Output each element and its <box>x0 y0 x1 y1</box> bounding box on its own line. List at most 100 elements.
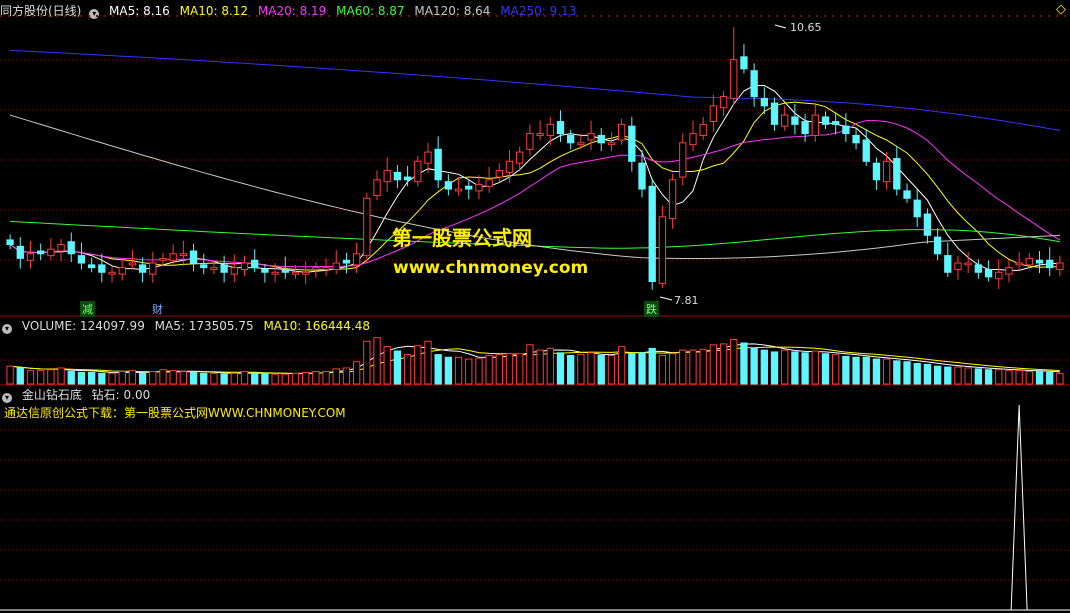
volume-bar <box>719 343 728 385</box>
volume-bar <box>67 371 75 385</box>
watermark-url: www.chnmoney.com <box>393 258 589 278</box>
volume-bar <box>954 366 962 385</box>
volume-toggle-icon[interactable]: ▾ <box>2 324 12 334</box>
candle-body <box>546 123 554 136</box>
volume-bar <box>556 352 565 385</box>
candle-body <box>302 271 310 275</box>
candle-body <box>1015 262 1023 266</box>
volume-bar <box>128 370 137 385</box>
candle-body <box>444 181 453 190</box>
volume-bar <box>709 344 718 385</box>
volume-bar <box>475 357 483 385</box>
candle-body <box>1005 267 1013 275</box>
candle-body <box>852 134 860 144</box>
volume-bar <box>617 346 626 385</box>
volume-bar <box>791 351 799 385</box>
volume-bar <box>597 354 605 385</box>
volume-bar <box>302 371 310 385</box>
volume-bar <box>1056 372 1064 385</box>
volume-bar <box>159 369 167 385</box>
volume-bar <box>37 370 45 385</box>
volume-bar <box>495 354 503 385</box>
volume-bar <box>607 354 616 385</box>
indicator-note: 通达信原创公式下载：第一股票公式网WWW.CHNMONEY.COM <box>4 406 346 420</box>
volume-bar <box>87 371 96 385</box>
candle-body <box>210 267 218 270</box>
candle-body <box>363 197 371 257</box>
volume-bar <box>995 369 1003 385</box>
candle-body <box>811 114 819 136</box>
candle-body <box>393 171 402 181</box>
indicator-pane-header: ▾ 金山钻石底 钻石: 0.00 <box>0 387 156 403</box>
volume-bar <box>1046 371 1054 385</box>
volume-bar <box>108 372 116 385</box>
candle-body <box>26 253 35 261</box>
volume-bar <box>414 345 422 385</box>
candle-body <box>454 188 463 192</box>
candle-body <box>1035 259 1044 264</box>
candle-body <box>577 142 585 146</box>
volume-bar <box>913 363 921 385</box>
volume-bar <box>638 352 646 385</box>
candle-body <box>556 121 565 135</box>
volume-bar <box>821 353 830 385</box>
volume-bar <box>240 371 249 385</box>
candle-body <box>1046 259 1054 269</box>
volume-bar <box>47 369 55 385</box>
volume-bar <box>577 354 585 385</box>
volume-bar <box>169 370 177 385</box>
candle-body <box>57 244 65 252</box>
candle-body <box>760 97 768 107</box>
watermark-title: 第一股票公式网 <box>392 226 532 250</box>
volume-bar <box>1035 371 1044 385</box>
candle-body <box>587 133 595 141</box>
volume-bar <box>312 371 320 385</box>
fall-signal: 跌 <box>644 301 659 317</box>
candle-body <box>505 160 514 173</box>
volume-bar <box>1025 371 1033 385</box>
volume-bar <box>424 340 432 385</box>
candle-body <box>77 255 86 264</box>
candle-body <box>159 257 167 261</box>
volume-bar <box>842 355 850 385</box>
ma120-line <box>9 114 1060 259</box>
volume-bar <box>363 340 371 385</box>
candle-body <box>658 216 667 284</box>
volume-bar <box>383 346 391 385</box>
volume-bar <box>393 350 402 385</box>
candle-body <box>352 253 361 266</box>
candle-body <box>240 262 249 270</box>
candle-body <box>251 259 259 269</box>
volume-bar <box>750 347 758 385</box>
volume-bar <box>251 372 259 385</box>
volume-bar <box>811 350 819 385</box>
volume-bar <box>77 371 86 385</box>
candle-body <box>607 142 616 146</box>
indicator-value: 钻石: 0.00 <box>91 388 151 402</box>
candle-body <box>37 250 45 255</box>
candle-body <box>944 255 952 273</box>
candle-body <box>832 121 840 125</box>
indicator-toggle-icon[interactable]: ▾ <box>2 393 12 403</box>
candle-body <box>98 264 106 273</box>
volume-bar <box>546 347 554 385</box>
candle-body <box>995 271 1003 280</box>
candle-body <box>342 259 351 264</box>
candle-body <box>1025 257 1033 266</box>
candle-body <box>179 253 188 257</box>
volume-bar <box>974 368 983 385</box>
candle-body <box>220 264 228 273</box>
candle-body <box>903 190 911 199</box>
candle-body <box>628 125 636 162</box>
candle-body <box>424 151 432 164</box>
candle-body <box>47 248 55 257</box>
volume-bar <box>760 349 768 385</box>
volume-bar <box>893 360 901 385</box>
ma250-line <box>10 49 1060 131</box>
volume-bar <box>516 353 524 385</box>
candle-body <box>801 121 809 135</box>
candle-body <box>6 239 14 246</box>
volume-bar <box>699 348 707 385</box>
candle-body <box>648 185 656 283</box>
volume-bar <box>454 356 463 385</box>
